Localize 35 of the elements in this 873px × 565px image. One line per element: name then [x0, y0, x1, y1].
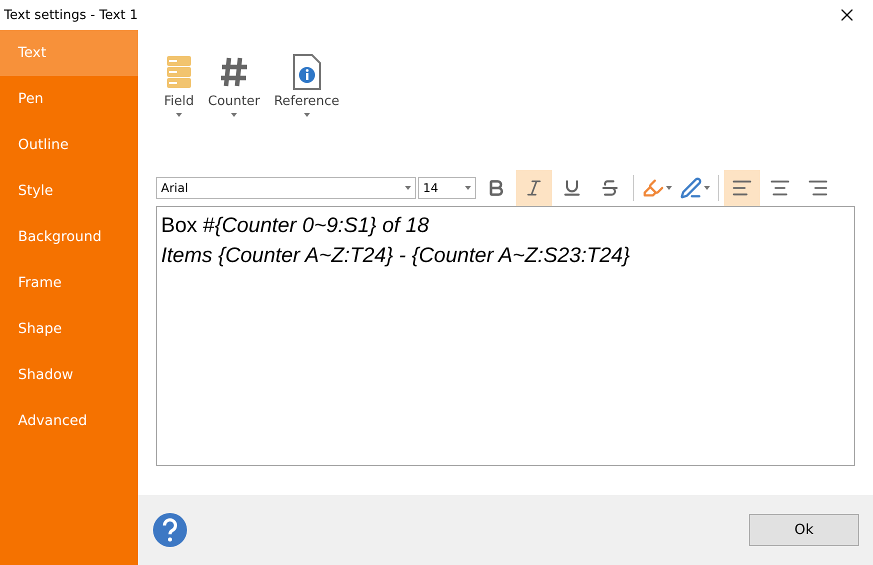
sidebar-item[interactable]: Shape	[0, 306, 138, 352]
editor-line: Box #{Counter 0~9:S1} of 18	[161, 213, 430, 239]
caret-icon	[176, 113, 182, 117]
format-button[interactable]	[516, 170, 552, 206]
strikethrough-icon	[600, 178, 620, 198]
highlighter-icon	[642, 177, 664, 199]
underline-icon	[562, 178, 582, 198]
sidebar-item[interactable]: Shadow	[0, 352, 138, 398]
caret-icon	[405, 186, 411, 190]
sidebar-item[interactable]: Style	[0, 168, 138, 214]
info-document-icon	[292, 54, 322, 90]
caret-icon	[304, 113, 310, 117]
insert-button[interactable]: Reference	[272, 50, 342, 145]
sidebar-item[interactable]: Outline	[0, 122, 138, 168]
insert-button[interactable]: Counter	[206, 50, 262, 145]
caret-icon	[704, 186, 710, 190]
ok-button[interactable]: Ok	[749, 514, 859, 546]
sidebar-item[interactable]: Frame	[0, 260, 138, 306]
pen-icon	[680, 177, 702, 199]
window-title: Text settings - Text 1	[4, 8, 138, 22]
sidebar-item[interactable]: Pen	[0, 76, 138, 122]
font-dropdown[interactable]: Arial	[156, 177, 416, 199]
caret-icon	[230, 113, 237, 117]
size-dropdown[interactable]: 14	[418, 177, 476, 199]
sidebar-item[interactable]: Text	[0, 30, 138, 76]
caret-icon	[666, 186, 672, 190]
text-editor[interactable]: Box #{Counter 0~9:S1} of 18 Items {Counter A~Z:T24} - {Counter A~Z:S23:T24}	[156, 206, 855, 466]
stack-icon	[165, 54, 193, 90]
sidebar-item[interactable]: Background	[0, 214, 138, 260]
sidebar-item[interactable]: Advanced	[0, 398, 138, 444]
editor-line: Items {Counter A~Z:T24} - {Counter A~Z:S23:T24}	[161, 243, 631, 269]
insert-button[interactable]: Field	[162, 50, 196, 145]
caret-icon	[465, 186, 471, 190]
format-button[interactable]	[724, 170, 760, 206]
help-icon[interactable]	[152, 512, 188, 548]
